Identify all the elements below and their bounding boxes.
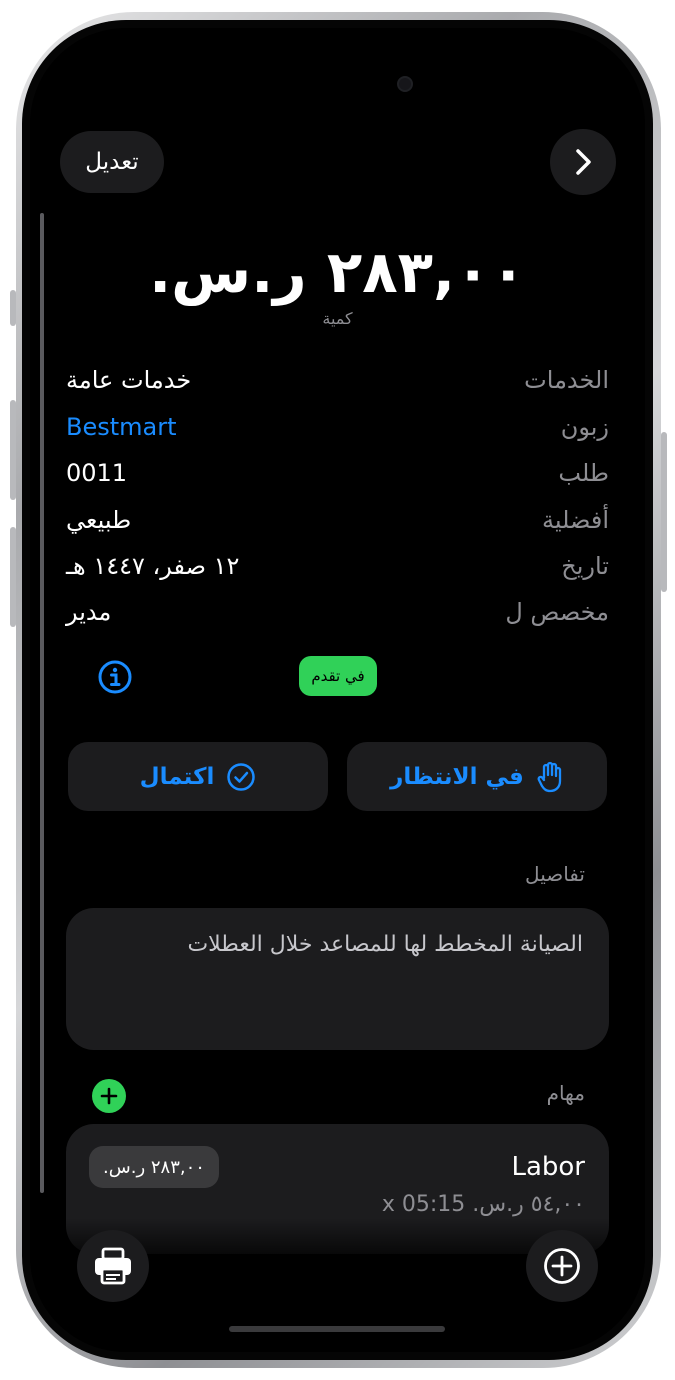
field-row-assigned: مخصص ل مدير <box>66 598 609 634</box>
field-value: مدير <box>66 598 112 626</box>
task-name: Labor <box>511 1152 585 1182</box>
add-task-button[interactable] <box>92 1079 126 1113</box>
field-value: طبيعي <box>66 506 132 534</box>
details-content: الصيانة المخطط لها للمصاعد خلال العطلات <box>187 932 583 957</box>
amount-caption: كمية <box>322 309 353 328</box>
complete-label: اكتمال <box>139 763 215 790</box>
field-label: طلب <box>558 459 609 487</box>
customer-link[interactable]: Bestmart <box>66 413 177 441</box>
field-value: ١٢ صفر، ١٤٤٧ هـ <box>66 552 240 580</box>
add-button[interactable] <box>526 1230 598 1302</box>
status-badge[interactable]: في تقدم <box>299 656 377 696</box>
volume-up-button <box>10 400 16 500</box>
complete-button[interactable]: اكتمال <box>68 742 328 811</box>
task-total-badge: ٢٨٣,٠٠ ر.س. <box>89 1146 219 1188</box>
field-label: الخدمات <box>524 366 609 394</box>
forward-button[interactable] <box>550 129 616 195</box>
field-label: مخصص ل <box>505 598 609 626</box>
hold-button[interactable]: في الانتظار <box>347 742 607 811</box>
info-icon <box>98 660 132 694</box>
volume-down-button <box>10 527 16 627</box>
field-row-priority: أفضلية طبيعي <box>66 506 609 542</box>
power-button <box>661 432 667 592</box>
printer-icon <box>95 1247 131 1285</box>
screen: تعديل ٢٨٣,٠٠ ر.س. كمية الخدمات خدمات عام… <box>30 28 645 1352</box>
hold-label: في الانتظار <box>390 763 524 790</box>
field-value: 0011 <box>66 459 128 487</box>
info-button[interactable] <box>97 659 133 695</box>
field-row-services: الخدمات خدمات عامة <box>66 366 609 402</box>
front-camera <box>397 76 413 92</box>
total-amount: ٢٨٣,٠٠ ر.س. <box>149 238 526 306</box>
chevron-right-icon <box>576 149 591 175</box>
field-label: أفضلية <box>541 506 609 534</box>
tasks-section-label: مهام <box>546 1081 585 1105</box>
details-section-label: تفاصيل <box>525 862 585 886</box>
home-indicator[interactable] <box>229 1326 445 1332</box>
checkmark-circle-icon <box>227 762 256 791</box>
field-label: تاريخ <box>561 552 609 580</box>
scroll-indicator[interactable] <box>40 213 44 1193</box>
print-button[interactable] <box>77 1230 149 1302</box>
hand-raised-icon <box>537 761 561 792</box>
details-text[interactable]: الصيانة المخطط لها للمصاعد خلال العطلات <box>66 908 609 1050</box>
field-row-date: تاريخ ١٢ صفر، ١٤٤٧ هـ <box>66 552 609 588</box>
field-label: زبون <box>560 413 609 441</box>
edit-button[interactable]: تعديل <box>60 131 164 193</box>
action-button <box>10 290 16 326</box>
field-row-order: طلب 0011 <box>66 459 609 495</box>
plus-circle-icon <box>544 1248 580 1284</box>
task-rate: ٥٤,٠٠ ر.س. x 05:15 <box>381 1192 585 1217</box>
field-value: خدمات عامة <box>66 366 192 394</box>
field-row-customer: زبون Bestmart <box>66 413 609 449</box>
plus-icon <box>100 1087 118 1105</box>
